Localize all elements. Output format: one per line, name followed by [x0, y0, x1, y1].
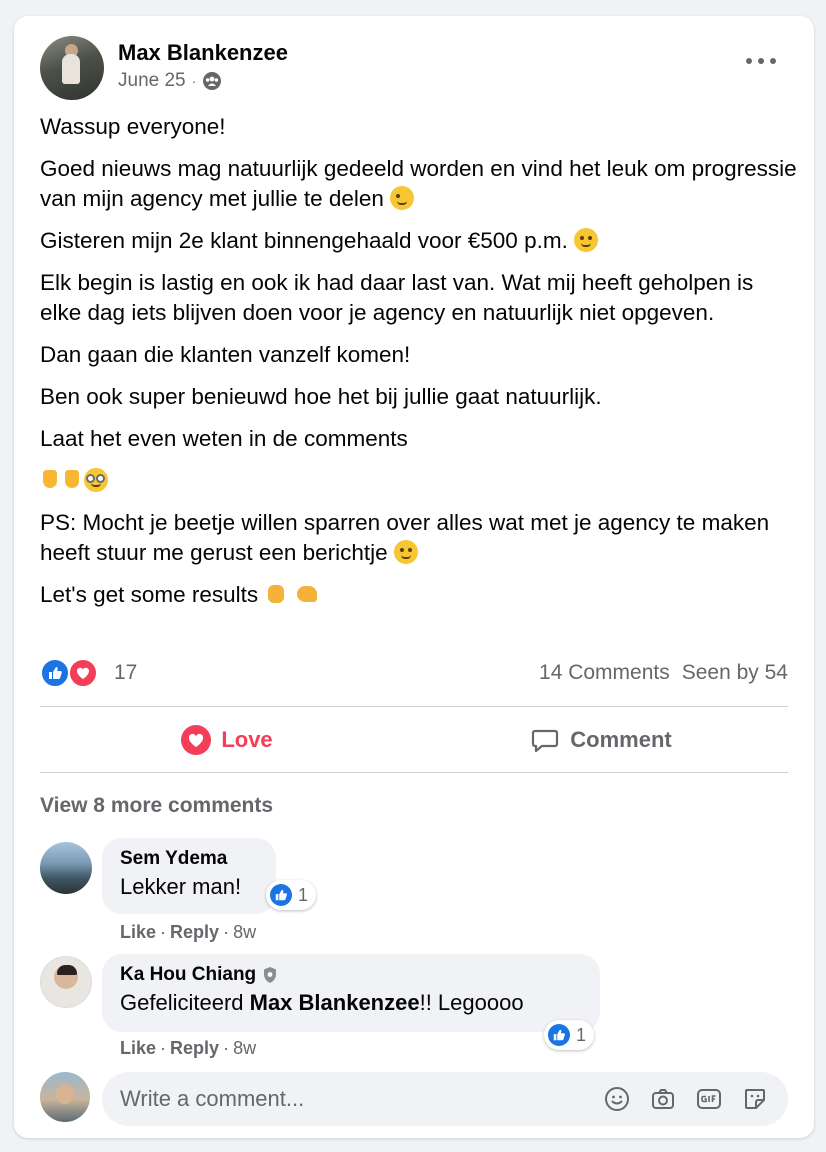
comments-count[interactable]: 14 Comments: [539, 661, 670, 685]
comment-bubble: Ka Hou Chiang Gefeliciteerd Max Blankenz…: [102, 954, 600, 1032]
love-button[interactable]: Love: [40, 708, 414, 772]
current-user-avatar[interactable]: [40, 1072, 90, 1122]
comment-time[interactable]: 8w: [233, 1038, 256, 1059]
comment-text: Gefeliciteerd Max Blankenzee!! Legoooo: [120, 990, 524, 1015]
comment-icon: [532, 729, 559, 753]
comment-button-label: Comment: [570, 727, 672, 752]
post-paragraph: Gisteren mijn 2e klant binnengehaald voo…: [40, 226, 800, 256]
commenter-name[interactable]: Ka Hou Chiang: [120, 964, 256, 986]
view-more-comments-link[interactable]: View 8 more comments: [40, 794, 273, 818]
gif-icon[interactable]: [696, 1086, 722, 1112]
comment-time[interactable]: 8w: [233, 922, 256, 943]
reaction-icons[interactable]: [40, 656, 102, 690]
post-card: Max Blankenzee June 25 · Wassup everyone…: [14, 16, 814, 1138]
like-reaction-icon: [548, 1024, 570, 1046]
more-options-icon[interactable]: [746, 54, 776, 68]
comment-text: Lekker man!: [120, 874, 242, 899]
seen-by-count[interactable]: Seen by 54: [682, 661, 788, 685]
comment-input-placeholder[interactable]: Write a comment...: [120, 1086, 304, 1112]
nerd-face-emoji-icon: [84, 468, 108, 492]
comment-like-link[interactable]: Like: [120, 1038, 156, 1059]
composer-tools: [604, 1086, 788, 1112]
meta-separator: ·: [191, 73, 197, 89]
post-paragraph: PS: Mocht je beetje willen sparren over …: [40, 510, 770, 565]
comment-bubble: Sem Ydema Lekker man!: [102, 838, 276, 914]
separator: ·: [223, 1038, 230, 1058]
separator: ·: [223, 922, 230, 942]
comment-like-count: 1: [576, 1024, 587, 1045]
post-paragraph: Let's get some results: [40, 580, 800, 610]
emoji-icon[interactable]: [604, 1086, 630, 1112]
post-paragraph: Goed nieuws mag natuurlijk gedeeld worde…: [40, 156, 797, 211]
love-button-label: Love: [221, 727, 273, 752]
comment-reply-link[interactable]: Reply: [170, 922, 219, 943]
post-paragraph: Laat het even weten in de comments: [40, 426, 408, 451]
like-reaction-icon: [40, 658, 70, 688]
post-paragraph: Ben ook super benieuwd hoe het bij julli…: [40, 384, 602, 409]
divider: [40, 772, 788, 773]
comment-like-link[interactable]: Like: [120, 922, 156, 943]
commenter-avatar[interactable]: [40, 842, 92, 894]
post-stats: 14 Comments Seen by 54: [539, 661, 788, 685]
emoji-line: [40, 466, 800, 496]
pointing-down-emoji-icon: [40, 468, 62, 492]
reaction-count[interactable]: 17: [114, 661, 137, 685]
wink-emoji-icon: [390, 186, 415, 210]
like-reaction-icon: [270, 884, 292, 906]
comment-reaction-pill[interactable]: 1: [266, 880, 317, 910]
post-body: Wassup everyone! Goed nieuws mag natuurl…: [40, 112, 800, 622]
comment-reply-link[interactable]: Reply: [170, 1038, 219, 1059]
reactions-summary: 17 14 Comments Seen by 54: [40, 656, 788, 690]
party-face-emoji-icon: [574, 228, 599, 252]
camera-icon[interactable]: [650, 1086, 676, 1112]
post-paragraph: Wassup everyone!: [40, 114, 226, 139]
comment-composer[interactable]: Write a comment...: [102, 1072, 788, 1126]
post-paragraph: Dan gaan die klanten vanzelf komen!: [40, 342, 411, 367]
post-date[interactable]: June 25: [118, 70, 186, 92]
smirk-emoji-icon: [393, 540, 418, 564]
heart-icon: [181, 725, 212, 755]
group-icon: [203, 72, 222, 90]
comment-button[interactable]: Comment: [414, 708, 788, 772]
pointing-down-emoji-icon: [62, 468, 84, 492]
call-me-hand-emoji-icon: [264, 582, 288, 606]
divider: [40, 706, 788, 707]
separator: ·: [160, 1038, 167, 1058]
comment-actions: Like · Reply · 8w: [120, 1038, 256, 1059]
mention-link[interactable]: Max Blankenzee: [250, 990, 420, 1015]
author-avatar[interactable]: [40, 36, 104, 100]
commenter-name[interactable]: Sem Ydema: [120, 848, 260, 870]
author-name[interactable]: Max Blankenzee: [118, 40, 288, 66]
sticker-icon[interactable]: [742, 1086, 768, 1112]
comment-like-count: 1: [298, 884, 309, 905]
post-paragraph: Elk begin is lastig en ook ik had daar l…: [40, 270, 754, 325]
shield-badge-icon: [264, 967, 277, 983]
post-actions: Love Comment: [40, 708, 788, 772]
love-reaction-icon: [68, 658, 98, 688]
commenter-name-row: Ka Hou Chiang: [120, 964, 584, 986]
comment-actions: Like · Reply · 8w: [120, 922, 256, 943]
flexed-biceps-emoji-icon: [295, 582, 319, 606]
post-meta: June 25 ·: [118, 70, 222, 92]
commenter-avatar[interactable]: [40, 956, 92, 1008]
separator: ·: [160, 922, 167, 942]
comment-reaction-pill[interactable]: 1: [544, 1020, 595, 1050]
